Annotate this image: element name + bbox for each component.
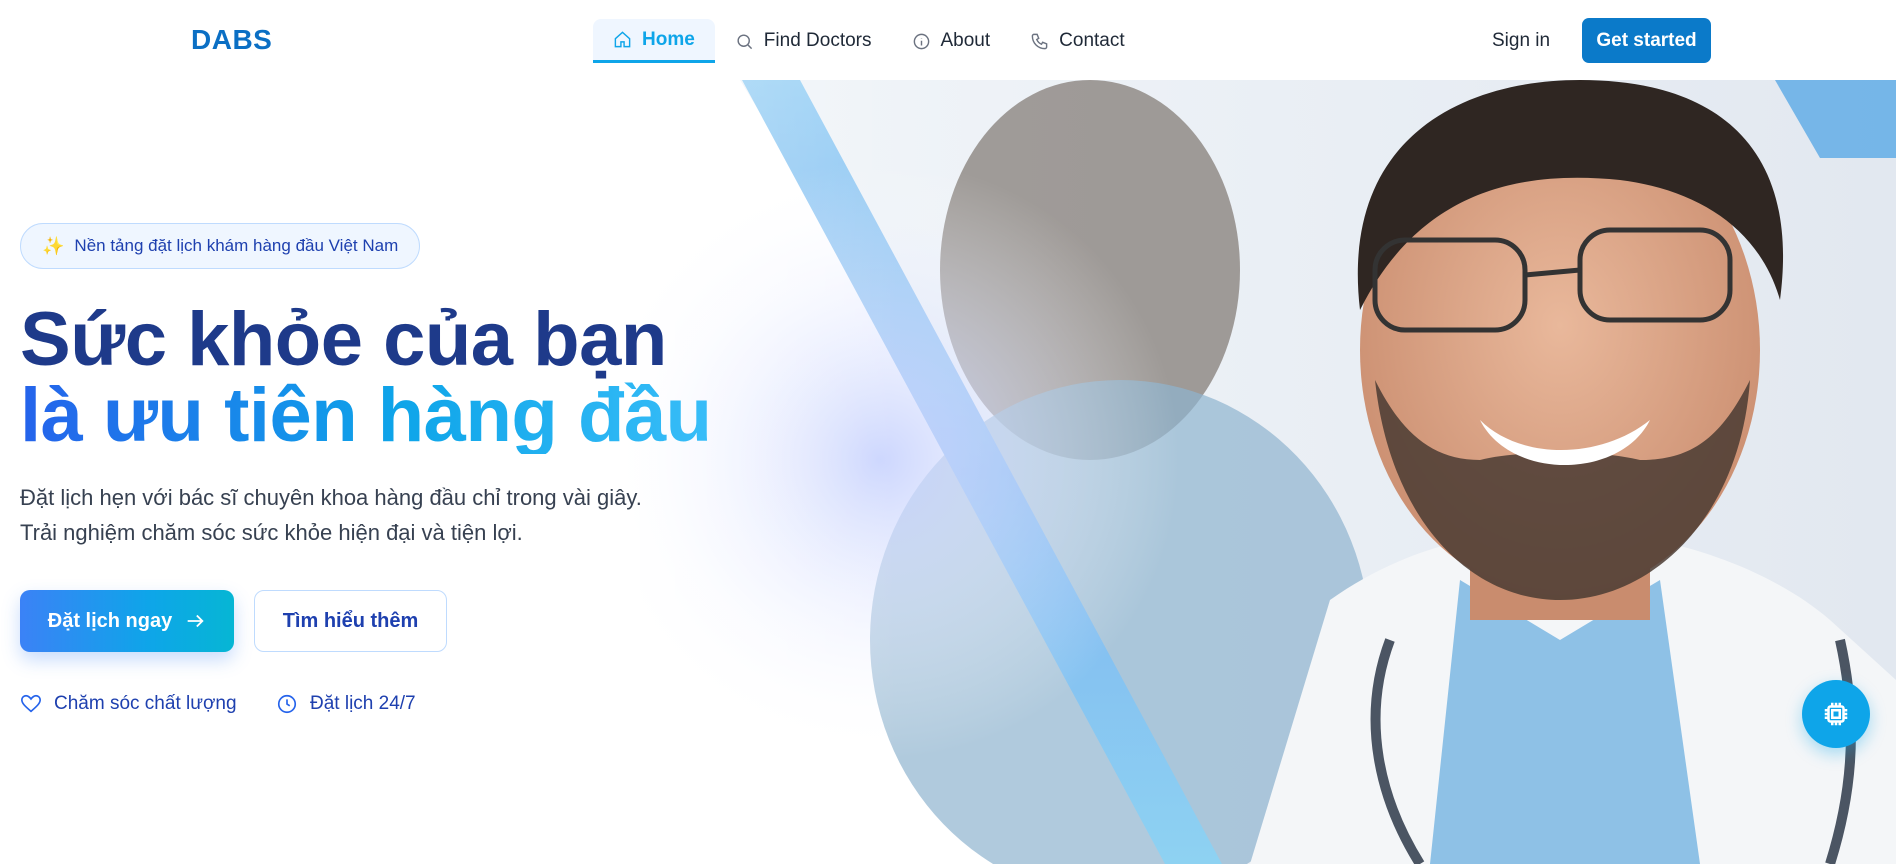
learn-more-button[interactable]: Tìm hiểu thêm — [254, 590, 447, 652]
search-icon — [737, 33, 752, 49]
navbar: DABS Home Find Doctors About Contact Sig… — [0, 0, 1896, 80]
get-started-button[interactable]: Get started — [1582, 18, 1711, 63]
feature-label: Đặt lịch 24/7 — [310, 693, 416, 714]
hero-description: Đặt lịch hẹn với bác sĩ chuyên khoa hàng… — [20, 480, 642, 550]
nav-item-home[interactable]: Home — [593, 19, 715, 63]
nav-item-label: Find Doctors — [763, 30, 872, 51]
info-icon — [913, 33, 929, 49]
feature-booking-24-7: Đặt lịch 24/7 — [276, 693, 416, 715]
hero-description-line1: Đặt lịch hẹn với bác sĩ chuyên khoa hàng… — [20, 485, 642, 510]
book-now-label: Đặt lịch ngay — [47, 609, 173, 632]
sparkles-icon: ✨ — [42, 235, 65, 256]
nav-item-about[interactable]: About — [892, 19, 1011, 63]
home-icon — [614, 31, 631, 48]
hero-badge-label: Nền tảng đặt lịch khám hàng đầu Việt Nam — [74, 236, 399, 255]
feature-label: Chăm sóc chất lượng — [54, 693, 237, 714]
book-now-button[interactable]: Đặt lịch ngay — [20, 590, 234, 652]
hero-title-line1: Sức khỏe của bạn — [20, 297, 667, 382]
hero-title-line2: là ưu tiên hàng đầu — [20, 373, 712, 458]
nav-item-contact[interactable]: Contact — [1010, 19, 1144, 63]
brand-logo[interactable]: DABS — [191, 24, 272, 56]
nav-item-label: Home — [642, 28, 695, 50]
sign-in-link[interactable]: Sign in — [1492, 30, 1550, 52]
hero-badge: ✨ Nền tảng đặt lịch khám hàng đầu Việt N… — [20, 223, 421, 269]
hero-section: ✨ Nền tảng đặt lịch khám hàng đầu Việt N… — [0, 80, 1896, 864]
nav-item-label: About — [940, 30, 991, 51]
hero-description-line2: Trải nghiệm chăm sóc sức khỏe hiện đại v… — [20, 520, 523, 545]
doctor-hero-image — [0, 80, 1896, 864]
nav-item-label: Contact — [1059, 30, 1125, 51]
heart-icon — [21, 694, 41, 713]
chip-icon — [1824, 702, 1848, 726]
phone-icon — [1031, 33, 1048, 49]
arrow-right-icon — [187, 614, 204, 628]
feature-quality-care: Chăm sóc chất lượng — [20, 693, 237, 715]
nav-item-find-doctors[interactable]: Find Doctors — [715, 19, 892, 63]
chat-assistant-button[interactable] — [1802, 680, 1870, 748]
clock-icon — [277, 694, 297, 714]
nav-links: Home Find Doctors About Contact — [593, 19, 1145, 63]
